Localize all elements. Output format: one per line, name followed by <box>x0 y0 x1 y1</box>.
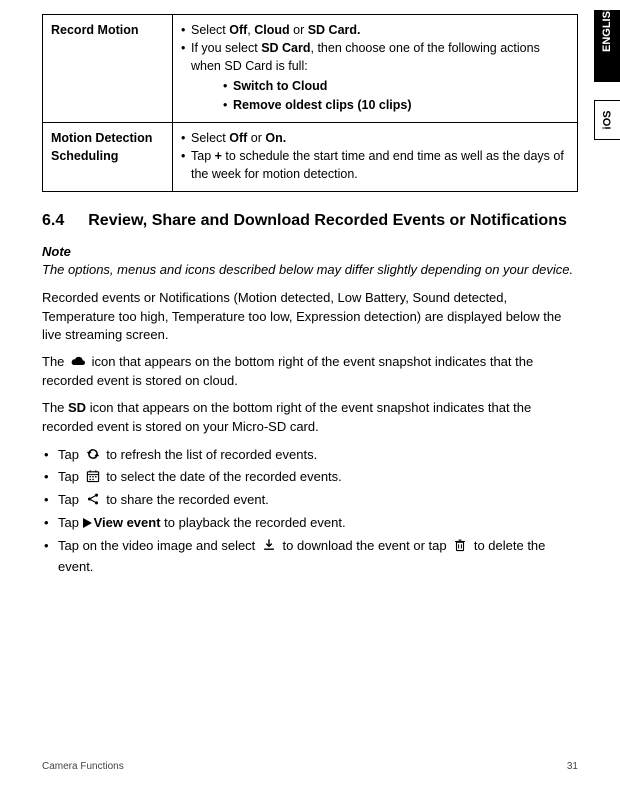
list-item: Switch to Cloud <box>223 77 569 95</box>
play-icon <box>83 518 92 528</box>
settings-table: Record Motion Select Off, Cloud or SD Ca… <box>42 14 578 192</box>
download-icon <box>261 538 277 552</box>
paragraph: The icon that appears on the bottom righ… <box>42 353 578 391</box>
note-text: The options, menus and icons described b… <box>42 261 578 279</box>
table-row: Motion Detection Scheduling Select Off o… <box>43 122 578 191</box>
section-title: Review, Share and Download Recorded Even… <box>88 210 567 232</box>
setting-label: Record Motion <box>43 15 173 123</box>
paragraph: Recorded events or Notifications (Motion… <box>42 289 578 346</box>
list-item: If you select SD Card, then choose one o… <box>181 39 569 114</box>
section-heading: 6.4 Review, Share and Download Recorded … <box>42 210 578 232</box>
list-item: Select Off, Cloud or SD Card. <box>181 21 569 39</box>
list-item: Select Off or On. <box>181 129 569 147</box>
share-icon <box>85 492 101 506</box>
table-row: Record Motion Select Off, Cloud or SD Ca… <box>43 15 578 123</box>
list-item: Tap to share the recorded event. <box>42 490 578 511</box>
page-footer: Camera Functions 31 <box>42 761 578 772</box>
list-item: Remove oldest clips (10 clips) <box>223 96 569 114</box>
list-item: Tap + to schedule the start time and end… <box>181 147 569 183</box>
action-list: Tap to refresh the list of recorded even… <box>42 445 578 578</box>
section-number: 6.4 <box>42 210 64 232</box>
footer-section: Camera Functions <box>42 761 124 772</box>
refresh-icon <box>85 447 101 461</box>
note-label: Note <box>42 244 578 259</box>
language-tab-english: ENGLISH <box>594 10 620 82</box>
calendar-icon <box>85 469 101 483</box>
paragraph: The SD icon that appears on the bottom r… <box>42 399 578 437</box>
setting-label: Motion Detection Scheduling <box>43 122 173 191</box>
list-item: Tap View event to playback the recorded … <box>42 513 578 534</box>
setting-value: Select Off, Cloud or SD Card. If you sel… <box>173 15 578 123</box>
page-number: 31 <box>567 761 578 772</box>
list-item: Tap to select the date of the recorded e… <box>42 467 578 488</box>
platform-tab-ios: iOS <box>594 100 620 140</box>
list-item: Tap to refresh the list of recorded even… <box>42 445 578 466</box>
cloud-icon <box>70 354 86 368</box>
trash-icon <box>452 538 468 552</box>
setting-value: Select Off or On. Tap + to schedule the … <box>173 122 578 191</box>
list-item: Tap on the video image and select to dow… <box>42 536 578 578</box>
